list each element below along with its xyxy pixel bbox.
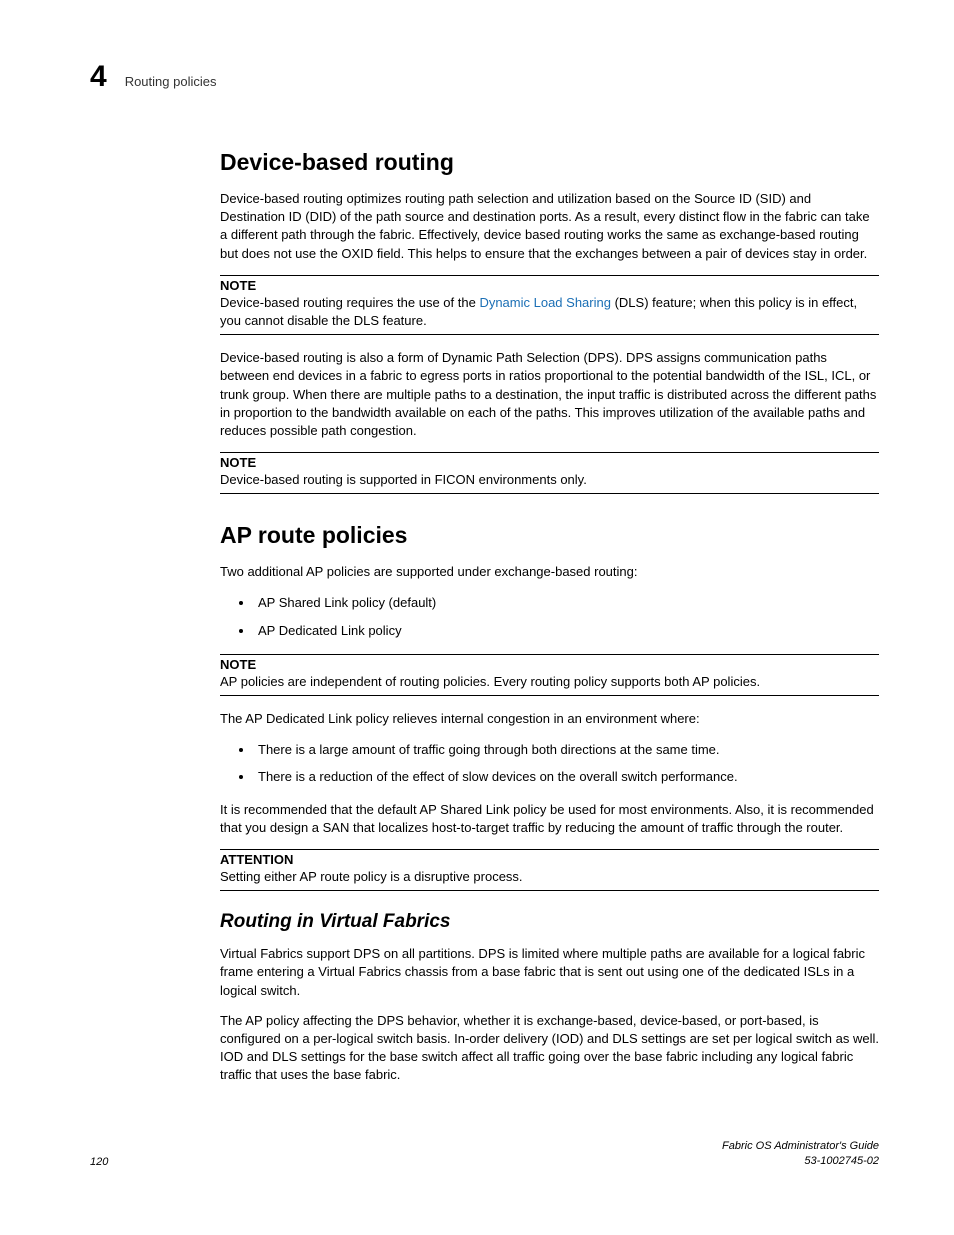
attention-box: ATTENTION Setting either AP route policy… xyxy=(220,849,879,891)
attention-text: Setting either AP route policy is a disr… xyxy=(220,868,879,886)
note-text: Device-based routing requires the use of… xyxy=(220,294,879,330)
note-box: NOTE Device-based routing is supported i… xyxy=(220,452,879,494)
body-paragraph: Device-based routing optimizes routing p… xyxy=(220,190,879,263)
page-number: 120 xyxy=(90,1156,108,1168)
list-item: AP Shared Link policy (default) xyxy=(254,593,879,612)
note-label: NOTE xyxy=(220,657,879,672)
bullet-list: There is a large amount of traffic going… xyxy=(220,740,879,786)
body-paragraph: The AP policy affecting the DPS behavior… xyxy=(220,1012,879,1085)
chapter-number: 4 xyxy=(90,60,107,94)
list-item: AP Dedicated Link policy xyxy=(254,621,879,640)
doc-title: Fabric OS Administrator's Guide xyxy=(722,1139,879,1153)
page: 4 Routing policies Device-based routing … xyxy=(0,0,954,1208)
page-header: 4 Routing policies xyxy=(90,60,879,94)
dynamic-load-sharing-link[interactable]: Dynamic Load Sharing xyxy=(479,295,611,310)
note-box: NOTE Device-based routing requires the u… xyxy=(220,275,879,335)
heading-ap-route-policies: AP route policies xyxy=(220,522,879,549)
attention-label: ATTENTION xyxy=(220,852,879,867)
heading-routing-virtual-fabrics: Routing in Virtual Fabrics xyxy=(220,911,879,933)
body-paragraph: Two additional AP policies are supported… xyxy=(220,563,879,581)
body-paragraph: It is recommended that the default AP Sh… xyxy=(220,801,879,837)
content-area: Device-based routing Device-based routin… xyxy=(220,149,879,1084)
body-paragraph: The AP Dedicated Link policy relieves in… xyxy=(220,710,879,728)
doc-id: 53-1002745-02 xyxy=(722,1154,879,1168)
body-paragraph: Virtual Fabrics support DPS on all parti… xyxy=(220,945,879,1000)
body-paragraph: Device-based routing is also a form of D… xyxy=(220,349,879,440)
list-item: There is a reduction of the effect of sl… xyxy=(254,767,879,786)
page-footer: 120 Fabric OS Administrator's Guide 53-1… xyxy=(90,1139,879,1168)
note-label: NOTE xyxy=(220,455,879,470)
footer-doc-info: Fabric OS Administrator's Guide 53-10027… xyxy=(722,1139,879,1168)
note-text-prefix: Device-based routing requires the use of… xyxy=(220,295,479,310)
chapter-title: Routing policies xyxy=(125,74,217,89)
heading-device-based-routing: Device-based routing xyxy=(220,149,879,176)
bullet-list: AP Shared Link policy (default) AP Dedic… xyxy=(220,593,879,639)
note-text: AP policies are independent of routing p… xyxy=(220,673,879,691)
note-box: NOTE AP policies are independent of rout… xyxy=(220,654,879,696)
note-label: NOTE xyxy=(220,278,879,293)
list-item: There is a large amount of traffic going… xyxy=(254,740,879,759)
note-text: Device-based routing is supported in FIC… xyxy=(220,471,879,489)
